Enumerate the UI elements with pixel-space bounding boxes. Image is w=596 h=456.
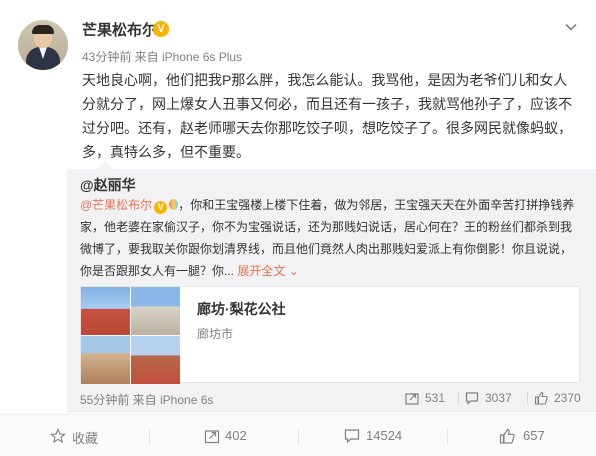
original-repost-stat[interactable]: 531 bbox=[405, 390, 453, 406]
comment-count: 14524 bbox=[366, 428, 403, 443]
balloon-icon bbox=[169, 199, 179, 210]
stat-divider bbox=[458, 392, 459, 404]
verified-badge-icon: V bbox=[153, 21, 169, 37]
location-thumbnail bbox=[131, 287, 180, 335]
comment-icon bbox=[344, 429, 360, 444]
post-text: 天地良心啊，他们把我P那么胖，我怎么能认。我骂他，是因为老爷们儿和女人分就分了，… bbox=[82, 72, 572, 160]
original-post-text: @芒果松布尔 V ，你和王宝强楼上楼下住着，做为邻居，王宝强天天在外面辛苦打拼挣钱养… bbox=[80, 194, 580, 282]
repost-button[interactable]: 402 bbox=[149, 415, 298, 456]
comment-icon bbox=[465, 392, 479, 405]
expand-full-text-link[interactable]: 展开全文 ⌄ bbox=[237, 264, 298, 278]
favorite-label: 收藏 bbox=[72, 431, 99, 446]
verified-badge-small-icon: V bbox=[154, 201, 168, 214]
repost-count: 402 bbox=[225, 428, 247, 443]
star-icon bbox=[50, 428, 66, 444]
chevron-down-icon[interactable] bbox=[564, 20, 578, 34]
repost-icon bbox=[204, 430, 220, 444]
original-like-stat[interactable]: 2370 bbox=[534, 390, 592, 406]
stat-divider bbox=[527, 392, 528, 404]
original-like-count: 2370 bbox=[554, 391, 581, 405]
location-thumbnail bbox=[131, 336, 180, 384]
original-comment-count: 3037 bbox=[485, 391, 512, 405]
weibo-post-card: 芒果松布尔 V 43分钟前 来自 iPhone 6s Plus 天地良心啊，他们… bbox=[0, 0, 596, 456]
location-title: 廊坊·梨花公社 bbox=[197, 301, 286, 317]
mention-link[interactable]: @芒果松布尔 bbox=[80, 198, 152, 212]
username-link[interactable]: 芒果松布尔 bbox=[82, 19, 157, 40]
repost-pointer bbox=[97, 161, 113, 169]
original-repost-count: 531 bbox=[425, 391, 446, 405]
original-author-link[interactable]: @赵丽华 bbox=[80, 175, 136, 195]
expand-label: 展开全文 bbox=[237, 264, 286, 278]
like-button[interactable]: 657 bbox=[447, 415, 596, 456]
original-comment-stat[interactable]: 3037 bbox=[465, 390, 521, 406]
like-icon bbox=[499, 428, 515, 444]
location-thumbnail bbox=[81, 336, 130, 384]
location-subtitle: 廊坊市 bbox=[197, 327, 234, 341]
post-meta[interactable]: 43分钟前 来自 iPhone 6s Plus bbox=[82, 48, 242, 65]
original-post-meta[interactable]: 55分钟前 来自 iPhone 6s bbox=[80, 391, 213, 408]
location-thumbnail-grid bbox=[81, 287, 180, 384]
repost-icon bbox=[405, 393, 419, 405]
comment-button[interactable]: 14524 bbox=[298, 415, 447, 456]
action-bar: 收藏 402 14524 657 bbox=[0, 414, 596, 456]
avatar[interactable] bbox=[18, 20, 68, 70]
like-icon bbox=[534, 391, 548, 405]
favorite-button[interactable]: 收藏 bbox=[0, 415, 149, 456]
like-count: 657 bbox=[523, 428, 545, 443]
location-thumbnail bbox=[81, 287, 130, 335]
location-link-card[interactable]: 廊坊·梨花公社 廊坊市 bbox=[80, 286, 580, 384]
